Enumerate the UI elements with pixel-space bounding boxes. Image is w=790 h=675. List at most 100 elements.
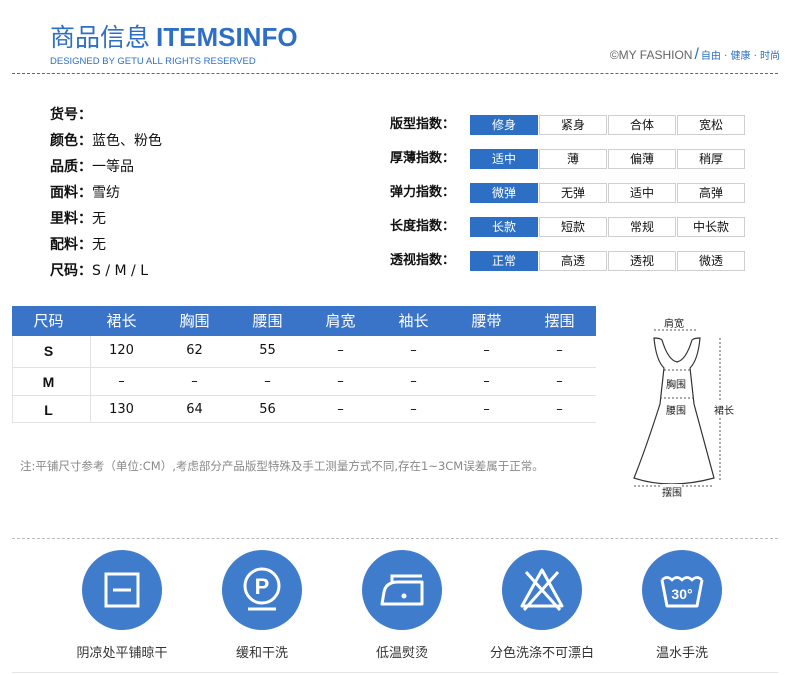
table-cell: –: [556, 343, 563, 358]
index-option: 透视: [608, 251, 676, 271]
wash-temp-glyph: 30°: [671, 586, 692, 602]
index-option: 适中: [470, 149, 538, 169]
care-item: 30° 温水手洗: [627, 550, 737, 661]
index-option: 长款: [470, 217, 538, 237]
index-option: 修身: [470, 115, 538, 135]
size-table-header: 尺码 裙长 胸围 腰围 肩宽 袖长 腰带 摆围: [12, 306, 596, 336]
table-cell: –: [191, 374, 198, 389]
index-option: 偏薄: [608, 149, 676, 169]
table-cell: 55: [259, 343, 276, 358]
column-header: 尺码: [33, 312, 64, 330]
title-en: ITEMSINFO: [156, 22, 298, 52]
hand-wash-icon: 30°: [642, 550, 722, 630]
info-item: 面料：雪纺: [50, 185, 120, 201]
diagram-label-hem: 摆围: [662, 484, 682, 499]
care-divider: [12, 538, 778, 539]
index-option: 无弹: [539, 183, 607, 203]
table-cell: –: [556, 402, 563, 417]
index-option: 正常: [470, 251, 538, 271]
index-option: 高透: [539, 251, 607, 271]
diagram-label-waist: 腰围: [666, 406, 686, 417]
column-header: 腰带: [471, 312, 502, 330]
table-column-divider: [90, 336, 91, 422]
index-option: 微透: [677, 251, 745, 271]
table-cell: 56: [259, 402, 276, 417]
table-cell: S: [43, 343, 54, 359]
index-label: 版型指数：: [390, 117, 456, 132]
column-header: 摆围: [544, 312, 575, 330]
info-item: 里料：无: [50, 211, 106, 227]
low-temp-iron-icon: [362, 550, 442, 630]
table-cell: 64: [186, 402, 203, 417]
care-label: 阴凉处平铺晾干: [76, 646, 168, 661]
index-option: 中长款: [677, 217, 745, 237]
table-cell: –: [410, 343, 417, 358]
care-item: P 缓和干洗: [207, 550, 317, 661]
table-cell: –: [337, 374, 344, 389]
diagram-label-shoulder: 肩宽: [664, 319, 684, 330]
index-label: 厚薄指数：: [390, 151, 456, 166]
care-item: 分色洗涤不可漂白: [487, 550, 597, 661]
table-cell: –: [483, 402, 490, 417]
dress-diagram: 肩宽 胸围 腰围 裙长 摆围: [620, 308, 750, 508]
info-item: 颜色：蓝色、粉色: [50, 133, 162, 149]
index-option: 紧身: [539, 115, 607, 135]
table-row: L 130 64 56 – – – –: [12, 396, 596, 424]
footer-divider: [12, 672, 778, 673]
index-label: 弹力指数：: [390, 185, 456, 200]
row-divider: [12, 422, 596, 423]
index-option: 薄: [539, 149, 607, 169]
page-title: 商品信息 ITEMSINFO: [50, 18, 298, 54]
table-cell: –: [118, 374, 125, 389]
table-cell: –: [337, 343, 344, 358]
table-cell: –: [410, 402, 417, 417]
table-cell: –: [556, 374, 563, 389]
info-item: 货号：: [50, 107, 92, 123]
diagram-label-length: 裙长: [714, 402, 734, 417]
no-bleach-icon: [502, 550, 582, 630]
index-option: 适中: [608, 183, 676, 203]
brand-name: ©MY FASHION: [609, 48, 693, 62]
info-item: 品质：一等品: [50, 159, 134, 175]
header-divider: [12, 73, 778, 74]
care-label: 温水手洗: [655, 646, 708, 661]
info-item: 尺码：S / M / L: [50, 263, 148, 279]
table-cell: L: [44, 402, 53, 418]
column-header: 裙长: [106, 312, 137, 330]
info-item: 配料：无: [50, 237, 106, 253]
index-label: 长度指数：: [390, 219, 456, 234]
index-option: 高弹: [677, 183, 745, 203]
product-info-list: 货号： 颜色：蓝色、粉色 品质：一等品 面料：雪纺 里料：无 配料：无 尺码：S…: [50, 104, 162, 286]
care-item: 低温熨烫: [347, 550, 457, 661]
title-cn: 商品信息: [50, 23, 151, 52]
brand-slash: /: [694, 46, 699, 63]
subtitle: DESIGNED BY GETU ALL RIGHTS RESERVED: [50, 56, 256, 67]
diagram-label-chest: 胸围: [666, 380, 686, 391]
index-option: 短款: [539, 217, 607, 237]
table-cell: 62: [186, 343, 203, 358]
table-cell: M: [42, 374, 55, 390]
index-label: 透视指数：: [390, 253, 456, 268]
table-cell: –: [264, 374, 271, 389]
index-option: 宽松: [677, 115, 745, 135]
table-row: S 120 62 55 – – – –: [12, 337, 596, 365]
care-label: 缓和干洗: [235, 646, 288, 661]
dry-flat-shade-icon: [82, 550, 162, 630]
column-header: 胸围: [179, 312, 210, 330]
table-cell: 130: [109, 402, 134, 417]
care-label: 低温熨烫: [375, 646, 428, 661]
index-option: 微弹: [470, 183, 538, 203]
brand-block: ©MY FASHION / 自由 · 健康 · 时尚: [610, 46, 780, 64]
brand-tagline: 自由 · 健康 · 时尚: [700, 51, 780, 62]
care-item: 阴凉处平铺晾干: [67, 550, 177, 661]
table-left-border: [12, 336, 13, 422]
table-cell: 120: [109, 343, 134, 358]
table-cell: –: [410, 374, 417, 389]
column-header: 肩宽: [325, 312, 356, 330]
table-cell: –: [337, 402, 344, 417]
gentle-dry-clean-icon: P: [222, 550, 302, 630]
table-cell: –: [483, 374, 490, 389]
index-option: 合体: [608, 115, 676, 135]
measurement-note: 注:平铺尺寸参考（单位:CM）,考虑部分产品版型特殊及手工测量方式不同,存在1~…: [20, 459, 544, 473]
dry-clean-glyph: P: [255, 574, 270, 599]
